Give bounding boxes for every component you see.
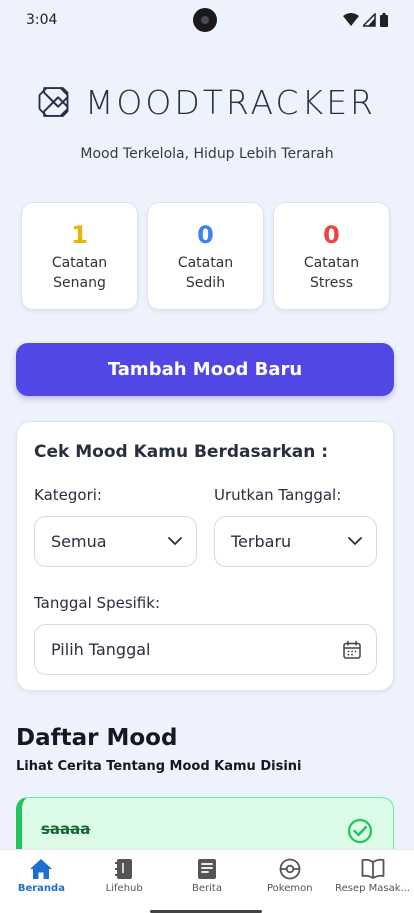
sort-select[interactable]: Terbaru bbox=[214, 516, 377, 567]
home-icon bbox=[30, 859, 53, 879]
status-time: 3:04 bbox=[26, 12, 58, 28]
nav-label: Beranda bbox=[17, 883, 65, 894]
date-placeholder: Pilih Tanggal bbox=[51, 640, 151, 659]
nav-label: Pokemon bbox=[267, 883, 313, 894]
add-mood-button[interactable]: Tambah Mood Baru bbox=[16, 343, 394, 396]
nav-item-berita[interactable]: Berita bbox=[166, 850, 249, 913]
date-label: Tanggal Spesifik: bbox=[34, 594, 160, 612]
stat-value: 0 bbox=[197, 221, 214, 249]
stat-label-line1: Catatan bbox=[177, 255, 234, 271]
nav-label: Resep Masak... bbox=[335, 883, 411, 894]
date-picker-field[interactable]: Pilih Tanggal bbox=[34, 624, 377, 675]
stat-label: Catatan Senang bbox=[52, 253, 107, 293]
filter-title: Cek Mood Kamu Berdasarkan : bbox=[34, 442, 329, 462]
logo-knot-icon bbox=[38, 87, 69, 117]
sort-label: Urutkan Tanggal: bbox=[214, 486, 342, 504]
stat-card-stress: 0 Catatan Stress bbox=[273, 202, 390, 310]
bottom-nav: Beranda Lifehub Berita Pokemon Resep Mas… bbox=[0, 849, 414, 913]
nav-label: Berita bbox=[192, 883, 222, 894]
front-camera bbox=[193, 8, 217, 32]
category-select[interactable]: Semua bbox=[34, 516, 197, 567]
stats-row: 1 Catatan Senang 0 Catatan Sedih 0 Catat… bbox=[21, 202, 391, 310]
logo-text: MOODTRACKER bbox=[84, 82, 376, 122]
stat-label-line2: Stress bbox=[309, 275, 354, 291]
stat-label-line2: Sedih bbox=[185, 275, 226, 291]
stat-label: Catatan Stress bbox=[304, 253, 359, 293]
chevron-down-icon bbox=[348, 537, 362, 545]
book-open-icon bbox=[361, 858, 384, 879]
check-circle-icon[interactable] bbox=[347, 818, 373, 844]
category-value: Semua bbox=[51, 532, 107, 551]
stat-card-happy: 1 Catatan Senang bbox=[21, 202, 138, 310]
news-icon bbox=[197, 859, 216, 879]
mood-list-title: Daftar Mood bbox=[16, 725, 178, 751]
notebook-icon bbox=[115, 859, 133, 879]
pokeball-icon bbox=[279, 858, 301, 880]
tagline: Mood Terkelola, Hidup Lebih Terarah bbox=[80, 146, 334, 162]
wifi-icon bbox=[343, 13, 359, 26]
calendar-icon[interactable] bbox=[342, 640, 362, 660]
mood-list-subtitle: Lihat Cerita Tentang Mood Kamu Disini bbox=[16, 759, 302, 774]
status-icons bbox=[343, 13, 388, 27]
nav-item-beranda[interactable]: Beranda bbox=[0, 850, 83, 913]
signal-icon bbox=[363, 13, 376, 27]
stat-label-line2: Senang bbox=[53, 275, 106, 291]
battery-icon bbox=[380, 13, 388, 27]
app-logo: MOODTRACKER bbox=[36, 70, 376, 134]
nav-label: Lifehub bbox=[105, 883, 143, 894]
nav-item-resep[interactable]: Resep Masak... bbox=[331, 850, 414, 913]
stat-label-line1: Catatan bbox=[51, 255, 108, 271]
chevron-down-icon bbox=[168, 537, 182, 545]
stat-value: 0 bbox=[323, 221, 340, 249]
stat-card-sad: 0 Catatan Sedih bbox=[147, 202, 264, 310]
filter-card: Cek Mood Kamu Berdasarkan : Kategori: Se… bbox=[16, 421, 394, 691]
category-label: Kategori: bbox=[34, 486, 102, 504]
stat-value: 1 bbox=[71, 221, 88, 249]
mood-card-title: saaaa bbox=[41, 820, 91, 838]
stat-label-line1: Catatan bbox=[303, 255, 360, 271]
logo-wordmark: MOODTRACKER bbox=[85, 83, 376, 122]
nav-item-lifehub[interactable]: Lifehub bbox=[83, 850, 166, 913]
sort-value: Terbaru bbox=[231, 532, 292, 551]
stat-label: Catatan Sedih bbox=[178, 253, 233, 293]
nav-item-pokemon[interactable]: Pokemon bbox=[248, 850, 331, 913]
